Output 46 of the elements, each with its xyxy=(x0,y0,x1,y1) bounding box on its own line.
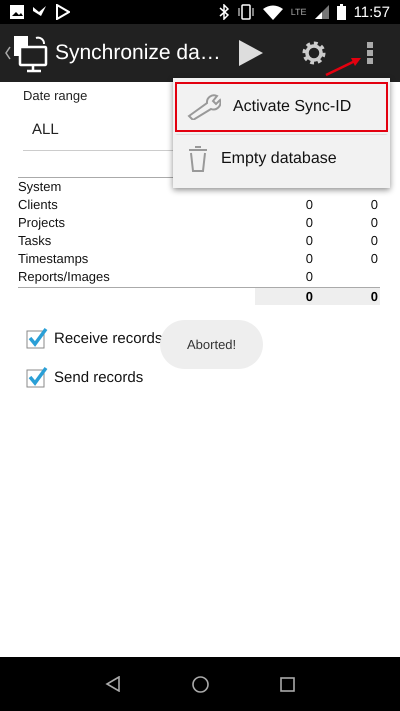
vibrate-icon xyxy=(236,4,255,20)
count-value: 0 xyxy=(370,214,379,232)
app-logo-icon[interactable] xyxy=(11,33,49,73)
menu-item[interactable]: Activate Sync-ID xyxy=(175,82,388,132)
toast-message: Aborted! xyxy=(160,320,264,369)
count-value: 0 xyxy=(370,232,379,250)
row-label: Reports/Images xyxy=(18,268,111,286)
checkbox-label: Send records xyxy=(54,368,144,386)
checkbox-label: Receive records xyxy=(54,330,162,346)
total-value: 0 xyxy=(370,288,379,305)
wifi-icon xyxy=(262,4,283,20)
signal-icon xyxy=(314,5,329,19)
play-store-icon xyxy=(56,4,70,20)
wrench-icon xyxy=(187,94,221,120)
recents-icon[interactable] xyxy=(280,676,295,692)
row-label: Timestamps xyxy=(18,250,90,268)
field-label: Date range xyxy=(23,88,88,103)
trash-icon xyxy=(187,144,209,172)
back-icon[interactable] xyxy=(5,46,11,60)
count-value: 0 xyxy=(304,214,314,232)
checkbox[interactable] xyxy=(26,366,48,388)
battery-icon xyxy=(336,4,346,20)
clock: 11:57 xyxy=(354,4,390,20)
bluetooth-icon xyxy=(218,4,229,20)
play-icon[interactable] xyxy=(239,40,263,66)
count-value: 0 xyxy=(370,250,379,268)
checkbox[interactable] xyxy=(26,327,48,349)
row-label: System xyxy=(18,178,62,196)
count-value: 0 xyxy=(304,250,314,268)
image-icon xyxy=(10,5,24,19)
home-icon[interactable] xyxy=(192,676,209,692)
count-value: 0 xyxy=(304,232,314,250)
back-icon[interactable] xyxy=(105,676,122,692)
more-options-icon[interactable] xyxy=(367,42,373,64)
annotation-arrow xyxy=(325,56,361,76)
row-label: Projects xyxy=(18,214,66,232)
network-type: LTE xyxy=(290,7,307,17)
count-value: 0 xyxy=(370,196,379,214)
total-value: 0 xyxy=(304,288,314,305)
count-value: 0 xyxy=(304,268,314,286)
row-label: Tasks xyxy=(18,232,52,250)
row-label: Clients xyxy=(18,196,59,214)
screen-title: Synchronize da… xyxy=(55,41,222,65)
menu-item[interactable]: Empty database xyxy=(175,134,388,184)
settings-icon[interactable] xyxy=(301,40,327,66)
count-value: 0 xyxy=(304,196,314,214)
